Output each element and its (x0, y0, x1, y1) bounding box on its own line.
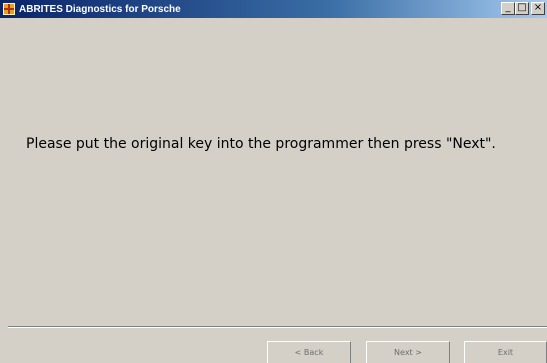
footer-separator (8, 326, 547, 328)
title-bar[interactable]: ABRITES Diagnostics for Porsche _ □ × (0, 0, 547, 18)
minimize-button[interactable]: _ (501, 2, 515, 15)
window-controls: _ □ × (501, 2, 545, 15)
app-icon[interactable] (3, 3, 15, 15)
exit-button[interactable]: Exit (464, 341, 547, 363)
close-button[interactable]: × (531, 2, 545, 15)
maximize-button[interactable]: □ (515, 2, 529, 15)
app-window: ABRITES Diagnostics for Porsche _ □ × Pl… (0, 0, 547, 363)
instruction-message: Please put the original key into the pro… (26, 136, 496, 152)
back-button[interactable]: < Back (267, 341, 351, 363)
window-title: ABRITES Diagnostics for Porsche (19, 3, 181, 15)
next-button[interactable]: Next > (366, 341, 450, 363)
